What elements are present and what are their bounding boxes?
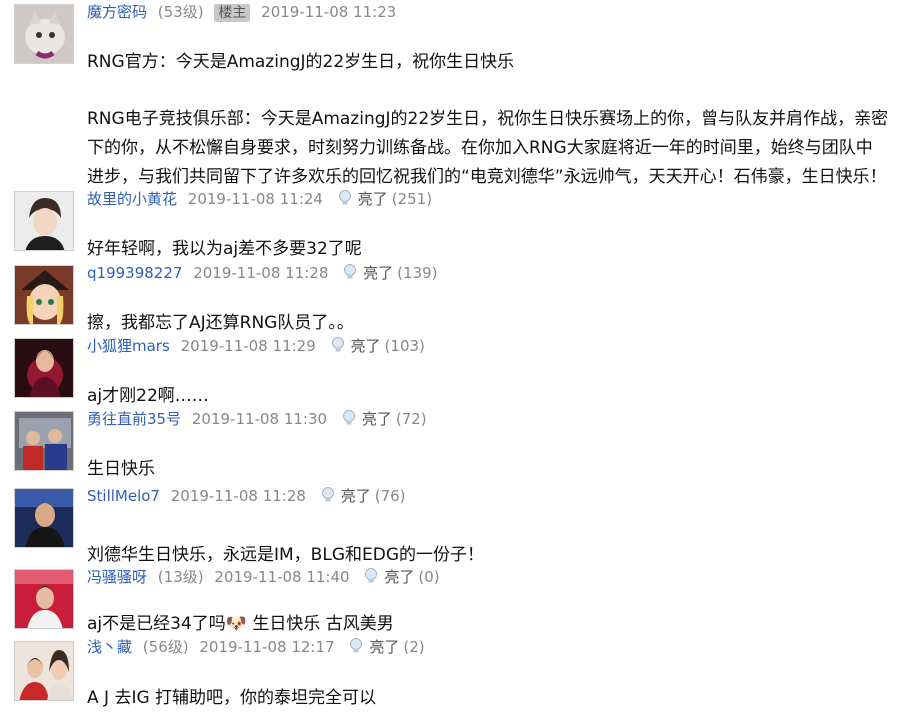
username-link[interactable]: 魔方密码	[87, 3, 147, 21]
reply-text: 刘德华生日快乐，永远是IM，BLG和EDG的一份子！	[87, 545, 484, 565]
post-text-line: RNG官方：今天是AmazingJ的22岁生日，祝你生日快乐	[87, 52, 515, 72]
post-meta: 魔方密码 (53级) 楼主 2019-11-08 11:23	[87, 2, 396, 22]
avatar[interactable]	[14, 641, 74, 701]
post-text-line: 下的你，从不松懈自身要求，时刻努力训练备战。在你加入RNG大家庭将近一年的时间里…	[87, 138, 873, 158]
avatar[interactable]	[14, 338, 74, 398]
lightbulb-icon	[365, 568, 378, 583]
user-level: (56级)	[142, 638, 189, 656]
reply-text: 擦，我都忘了AJ还算RNG队员了。。	[87, 313, 354, 333]
avatar[interactable]	[14, 569, 74, 629]
reply-text: 好年轻啊，我以为aj差不多要32了呢	[87, 239, 362, 259]
post-time: 2019-11-08 11:29	[180, 337, 316, 355]
like-count: (72)	[395, 410, 427, 428]
post-time: 2019-11-08 11:28	[170, 487, 306, 505]
like-count: (0)	[418, 568, 440, 586]
like-button[interactable]: 亮了 (103)	[331, 336, 425, 356]
reply-text: aj才刚22啊……	[87, 386, 209, 406]
like-count: (2)	[403, 638, 425, 656]
like-button[interactable]: 亮了 (2)	[349, 637, 425, 657]
username-link[interactable]: 故里的小黄花	[87, 190, 177, 208]
lightbulb-icon	[331, 337, 344, 352]
like-count: (103)	[384, 337, 425, 355]
user-level: (13级)	[157, 568, 204, 586]
avatar[interactable]	[14, 488, 74, 548]
post-time: 2019-11-08 11:30	[191, 410, 328, 428]
like-button[interactable]: 亮了 (139)	[343, 263, 438, 283]
post-meta: StillMelo7 2019-11-08 11:28 亮了 (76)	[87, 486, 406, 506]
like-button[interactable]: 亮了 (72)	[342, 409, 427, 429]
like-label: 亮了	[363, 264, 394, 282]
like-label: 亮了	[384, 568, 415, 586]
avatar[interactable]	[14, 411, 74, 471]
username-link[interactable]: 勇往直前35号	[87, 410, 181, 428]
post-time: 2019-11-08 11:40	[214, 568, 350, 586]
lightbulb-icon	[350, 638, 363, 653]
username-link[interactable]: 小狐狸mars	[87, 337, 170, 355]
lightbulb-icon	[342, 410, 355, 425]
post-text-line: RNG电子竞技俱乐部：今天是AmazingJ的22岁生日，祝你生日快乐赛场上的你…	[87, 109, 889, 129]
like-label: 亮了	[361, 410, 392, 428]
post-time: 2019-11-08 11:28	[193, 264, 329, 282]
like-count: (251)	[391, 190, 433, 208]
username-link[interactable]: StillMelo7	[87, 487, 160, 505]
reply-text: 生日快乐	[87, 459, 155, 479]
like-button[interactable]: 亮了 (251)	[338, 189, 432, 209]
username-link[interactable]: 冯骚骚呀	[87, 568, 147, 586]
post-meta: 故里的小黄花 2019-11-08 11:24 亮了 (251)	[87, 189, 432, 209]
like-label: 亮了	[357, 190, 388, 208]
like-count: (139)	[397, 264, 438, 282]
like-label: 亮了	[369, 638, 400, 656]
post-text-line: 进步，与我们共同留下了许多欢乐的回忆祝我们的“电竞刘德华”永远帅气，天天开心！石…	[87, 167, 887, 187]
like-label: 亮了	[340, 487, 371, 505]
post-time: 2019-11-08 11:24	[187, 190, 323, 208]
lightbulb-icon	[338, 190, 351, 205]
post-time: 2019-11-08 12:17	[199, 638, 335, 656]
avatar[interactable]	[14, 4, 74, 64]
avatar[interactable]	[14, 265, 74, 325]
op-badge: 楼主	[214, 4, 251, 22]
like-label: 亮了	[350, 337, 381, 355]
like-button[interactable]: 亮了 (0)	[364, 567, 440, 587]
post-meta: 小狐狸mars 2019-11-08 11:29 亮了 (103)	[87, 336, 425, 356]
username-link[interactable]: q199398227	[87, 264, 182, 282]
reply-text: A J 去IG 打辅助吧，你的泰坦完全可以	[87, 688, 377, 708]
lightbulb-icon	[321, 487, 334, 502]
lightbulb-icon	[344, 264, 357, 279]
reply-text: aj不是已经34了吗🐶 生日快乐 古风美男	[87, 614, 394, 634]
post-meta: 冯骚骚呀 (13级) 2019-11-08 11:40 亮了 (0)	[87, 567, 440, 587]
post-meta: q199398227 2019-11-08 11:28 亮了 (139)	[87, 263, 438, 283]
user-level: (53级)	[157, 3, 204, 21]
username-link[interactable]: 浅丶藏	[87, 638, 132, 656]
like-count: (76)	[374, 487, 406, 505]
post-meta: 勇往直前35号 2019-11-08 11:30 亮了 (72)	[87, 409, 427, 429]
like-button[interactable]: 亮了 (76)	[321, 486, 406, 506]
post-meta: 浅丶藏 (56级) 2019-11-08 12:17 亮了 (2)	[87, 637, 425, 657]
post-time: 2019-11-08 11:23	[261, 3, 397, 21]
avatar[interactable]	[14, 191, 74, 251]
